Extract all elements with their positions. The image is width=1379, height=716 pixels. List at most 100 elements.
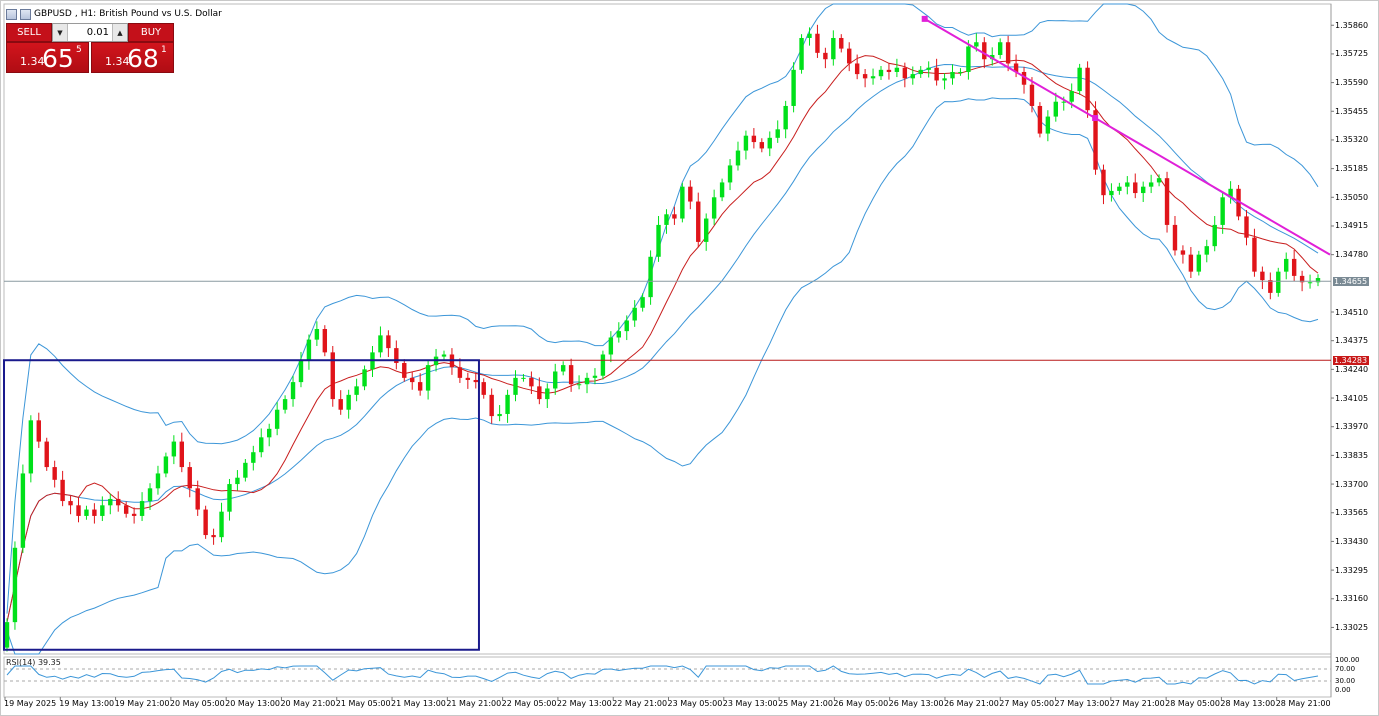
candle-body [235, 477, 240, 485]
candle-body [28, 420, 34, 474]
candle-body [560, 365, 566, 372]
one-click-trading-panel: SELL ▼ 0.01 ▲ BUY 1.34 65 5 1.34 68 1 [6, 22, 174, 73]
time-tick-label: 28 May 21:00 [1275, 699, 1331, 708]
price-tick-label: 1.33835 [1335, 450, 1369, 460]
candle-body [632, 307, 637, 321]
time-tick-label: 26 May 13:00 [888, 699, 944, 708]
candle-body [664, 214, 669, 225]
candle-body [36, 420, 41, 442]
candles-layer [4, 24, 1321, 652]
candle-body [783, 105, 788, 130]
price-tick-label: 1.34915 [1335, 221, 1369, 231]
candle-body [314, 329, 320, 340]
candle-body [1101, 169, 1106, 196]
price-tick-label: 1.34375 [1335, 336, 1369, 346]
candle-body [1244, 216, 1249, 238]
candle-body [624, 320, 629, 332]
candle-body [282, 399, 288, 410]
candle-body [1045, 116, 1051, 134]
time-tick-label: 19 May 2025 [4, 699, 57, 708]
price-tick-label: 1.35860 [1335, 20, 1369, 30]
candle-body [942, 78, 947, 81]
candle-body [1204, 246, 1209, 255]
time-tick-label: 26 May 21:00 [943, 699, 999, 708]
candle-body [775, 129, 780, 138]
symbol-icon[interactable] [20, 8, 31, 20]
candle-body [1252, 237, 1257, 272]
rsi-indicator-label: RSI(14) 39.35 [6, 658, 61, 667]
level-price-tag: 1.34283 [1333, 355, 1369, 365]
candle-body [1291, 258, 1297, 276]
candle-body [386, 335, 391, 349]
candle-body [44, 441, 49, 468]
price-tick-label: 1.33025 [1335, 622, 1369, 632]
candle-body [854, 63, 860, 75]
price-tick-label: 1.33295 [1335, 565, 1369, 575]
candle-body [807, 33, 812, 38]
lot-size-stepper[interactable]: ▼ 0.01 ▲ [52, 23, 128, 42]
candle-body [155, 473, 161, 489]
lot-size-input[interactable]: 0.01 [68, 24, 112, 41]
candle-body [910, 74, 915, 79]
candle-body [1156, 178, 1162, 183]
rsi-plot-area [3, 656, 1332, 698]
candle-body [656, 224, 661, 257]
candle-body [402, 362, 407, 378]
candle-body [338, 399, 343, 410]
symbol-name: GBPUSD [34, 9, 72, 19]
sell-button[interactable]: SELL [6, 23, 52, 42]
candle-body [950, 71, 955, 79]
candle-body [648, 256, 653, 298]
time-tick-label: 25 May 21:00 [778, 699, 833, 708]
time-tick-label: 19 May 21:00 [114, 699, 170, 708]
candle-body [584, 377, 590, 385]
candle-body [799, 37, 804, 70]
time-tick-label: 28 May 05:00 [1165, 699, 1220, 708]
candle-body [688, 186, 693, 202]
candle-body [243, 462, 248, 478]
candle-body [751, 135, 757, 143]
candle-body [521, 377, 526, 379]
candle-body [227, 484, 232, 512]
candle-body [862, 74, 868, 79]
candle-body [1053, 101, 1058, 117]
sell-price-quote[interactable]: 1.34 65 5 [6, 42, 89, 73]
sell-price-pips: 65 [42, 44, 74, 73]
candle-body [529, 377, 534, 387]
candle-body [537, 386, 542, 400]
candle-body [823, 52, 828, 60]
candle-body [1260, 271, 1265, 281]
lot-increase-icon[interactable]: ▲ [112, 24, 127, 41]
buy-price-pips: 68 [127, 44, 159, 73]
candle-body [267, 428, 272, 438]
price-tick-label: 1.34510 [1335, 307, 1369, 317]
candle-body [417, 382, 423, 391]
rsi-tick-label: 0.00 [1335, 686, 1351, 694]
candle-body [576, 384, 582, 386]
buy-button[interactable]: BUY [128, 23, 174, 42]
time-tick-label: 27 May 13:00 [1054, 699, 1110, 708]
candle-body [886, 69, 892, 72]
chart-menu-icon[interactable] [6, 8, 17, 20]
candle-body [847, 48, 852, 64]
buy-price-quote[interactable]: 1.34 68 1 [91, 42, 174, 73]
rsi-tick-label: 30.00 [1335, 677, 1356, 685]
chart-canvas[interactable] [0, 0, 1379, 716]
candle-body [1037, 105, 1043, 134]
candle-body [870, 76, 876, 79]
candle-body [322, 329, 328, 353]
candle-body [831, 37, 836, 60]
time-tick-label: 22 May 13:00 [556, 699, 612, 708]
candle-body [1141, 186, 1146, 194]
candle-body [362, 369, 367, 387]
candle-body [640, 297, 645, 308]
lot-decrease-icon[interactable]: ▼ [53, 24, 68, 41]
candle-body [513, 377, 518, 395]
candle-body [735, 150, 741, 166]
candle-body [425, 365, 431, 391]
candle-body [60, 479, 65, 502]
candle-body [219, 511, 224, 538]
lower-bollinger-band [6, 97, 1319, 655]
candle-body [171, 441, 177, 457]
candle-body [290, 382, 296, 400]
